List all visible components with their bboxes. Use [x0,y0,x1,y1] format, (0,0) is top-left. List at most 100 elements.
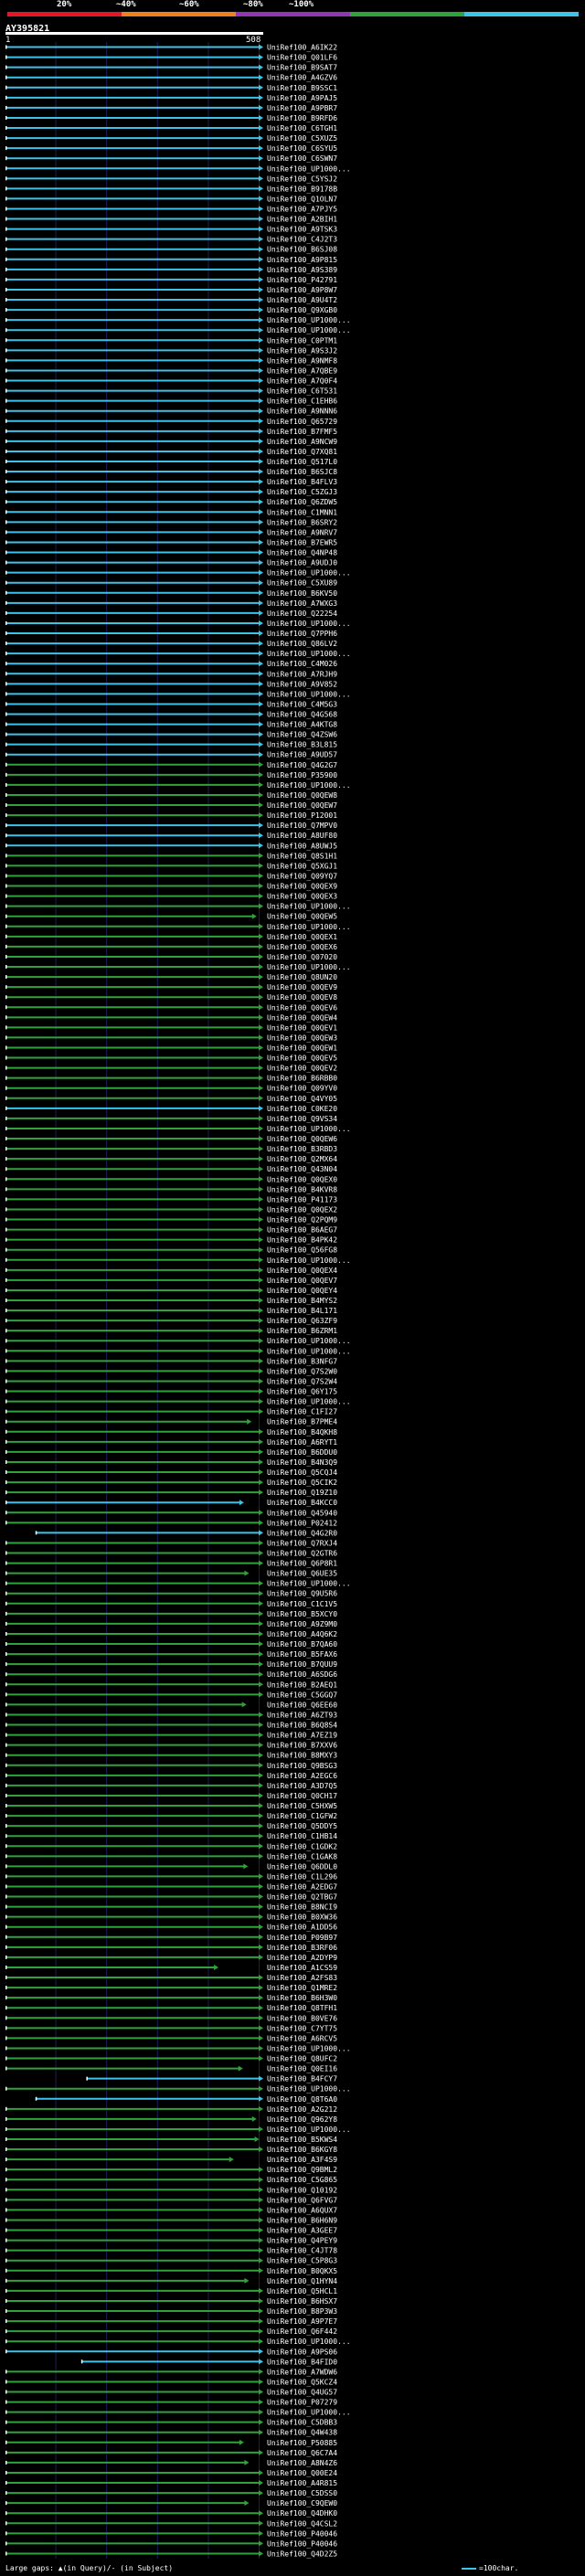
hit-id-label[interactable]: UniRef100_Q517L0 [267,458,337,466]
hit-id-label[interactable]: UniRef100_Q0QEW1 [267,1044,337,1052]
hit-id-label[interactable]: UniRef100_A9UDJ0 [267,559,337,567]
hit-row[interactable]: UniRef100_A9Z9M0 [5,1620,337,1628]
hit-id-label[interactable]: UniRef100_Q9BML2 [267,2166,337,2174]
hit-id-label[interactable]: UniRef100_Q6P8R1 [267,1560,337,1568]
hit-row[interactable]: UniRef100_Q0QEX1 [5,933,337,941]
hit-id-label[interactable]: UniRef100_Q9BSG3 [267,1762,337,1770]
hit-row[interactable]: UniRef100_Q0QEX2 [5,1205,337,1214]
hit-row[interactable]: UniRef100_Q01LF6 [5,54,337,62]
hit-id-label[interactable]: UniRef100_UP1000... [267,1256,351,1265]
hit-row[interactable]: UniRef100_A4GZV6 [5,74,337,82]
hit-row[interactable]: UniRef100_Q0CH17 [5,1792,337,1800]
hit-id-label[interactable]: UniRef100_A2DYP9 [267,1954,337,1962]
hit-id-label[interactable]: UniRef100_Q8T6A0 [267,2095,337,2104]
hit-id-label[interactable]: UniRef100_A2BIH1 [267,216,337,224]
hit-row[interactable]: UniRef100_A9TSK3 [5,226,337,234]
hit-row[interactable]: UniRef100_C5ZGJ3 [5,488,337,496]
hit-row[interactable]: UniRef100_UP1000... [5,2337,351,2346]
hit-id-label[interactable]: UniRef100_UP1000... [267,1337,351,1345]
hit-id-label[interactable]: UniRef100_C5XUZ5 [267,134,337,143]
hit-row[interactable]: UniRef100_B7XXV6 [5,1742,337,1750]
hit-id-label[interactable]: UniRef100_C0PTM1 [267,336,337,345]
hit-row[interactable]: UniRef100_Q5HCL1 [5,2287,337,2295]
hit-id-label[interactable]: UniRef100_C1HB14 [267,1832,337,1840]
hit-row[interactable]: UniRef100_B6SJC8 [5,468,337,476]
hit-id-label[interactable]: UniRef100_P02412 [267,1519,337,1527]
hit-id-label[interactable]: UniRef100_Q9VS34 [267,1115,337,1123]
hit-id-label[interactable]: UniRef100_B7QA60 [267,1640,337,1648]
hit-id-label[interactable]: UniRef100_Q45940 [267,1509,337,1517]
hit-row[interactable]: UniRef100_UP1000... [5,569,351,578]
hit-id-label[interactable]: UniRef100_B3RBD3 [267,1145,337,1153]
hit-id-label[interactable]: UniRef100_B9178B [267,185,337,193]
hit-id-label[interactable]: UniRef100_Q0QEV9 [267,983,337,991]
hit-id-label[interactable]: UniRef100_B0QKX5 [267,2267,337,2275]
hit-row[interactable]: UniRef100_A6SDG6 [5,1670,337,1679]
hit-id-label[interactable]: UniRef100_Q1HYN4 [267,2277,337,2285]
hit-row[interactable]: UniRef100_B3L815 [5,741,337,749]
hit-id-label[interactable]: UniRef100_A3F4S9 [267,2156,337,2164]
hit-id-label[interactable]: UniRef100_Q0CH17 [267,1792,337,1800]
hit-row[interactable]: UniRef100_A1CS59 [5,1964,337,1972]
hit-row[interactable]: UniRef100_P50885 [5,2439,337,2447]
hit-row[interactable]: UniRef100_Q9BML2 [5,2166,337,2174]
hit-id-label[interactable]: UniRef100_Q10192 [267,2186,337,2194]
hit-row[interactable]: UniRef100_C5GGQ7 [5,1691,337,1699]
hit-id-label[interactable]: UniRef100_C5HXW5 [267,1802,337,1810]
hit-row[interactable]: UniRef100_P02412 [5,1519,337,1527]
hit-id-label[interactable]: UniRef100_B3NFG7 [267,1357,337,1365]
hit-id-label[interactable]: UniRef100_Q0QEW8 [267,791,337,800]
hit-row[interactable]: UniRef100_P42791 [5,276,337,284]
hit-id-label[interactable]: UniRef100_B9RFD6 [267,114,337,122]
hit-row[interactable]: UniRef100_C1GFW2 [5,1812,337,1820]
hit-row[interactable]: UniRef100_C1L296 [5,1872,337,1881]
hit-id-label[interactable]: UniRef100_A6RCV5 [267,2034,337,2042]
hit-id-label[interactable]: UniRef100_Q5DDY5 [267,1822,337,1830]
hit-row[interactable]: UniRef100_C1MNN1 [5,508,337,516]
hit-id-label[interactable]: UniRef100_Q07020 [267,953,337,961]
hit-id-label[interactable]: UniRef100_B7XXV6 [267,1742,337,1750]
hit-id-label[interactable]: UniRef100_UP1000... [267,963,351,971]
hit-id-label[interactable]: UniRef100_C1GAK8 [267,1852,337,1860]
hit-row[interactable]: UniRef100_Q6ZDW5 [5,498,337,506]
hit-row[interactable]: UniRef100_UP1000... [5,316,351,324]
hit-id-label[interactable]: UniRef100_B6SRY2 [267,518,337,526]
hit-row[interactable]: UniRef100_UP1000... [5,923,351,931]
hit-row[interactable]: UniRef100_C4JT78 [5,2247,337,2255]
hit-id-label[interactable]: UniRef100_C5GGQ7 [267,1691,337,1699]
hit-id-label[interactable]: UniRef100_Q0QEV5 [267,1055,337,1063]
hit-id-label[interactable]: UniRef100_Q6F442 [267,2327,337,2336]
hit-id-label[interactable]: UniRef100_C5XU89 [267,579,337,588]
hit-row[interactable]: UniRef100_Q2TBG7 [5,1893,337,1902]
hit-row[interactable]: UniRef100_P07279 [5,2399,337,2407]
hit-id-label[interactable]: UniRef100_Q86LV2 [267,640,337,648]
hit-row[interactable]: UniRef100_Q19Z10 [5,1489,337,1497]
hit-row[interactable]: UniRef100_P09B97 [5,1934,337,1942]
hit-row[interactable]: UniRef100_Q6Y175 [5,1388,337,1396]
hit-id-label[interactable]: UniRef100_A9PAJ5 [267,94,337,102]
hit-id-label[interactable]: UniRef100_B6KV50 [267,589,337,598]
hit-id-label[interactable]: UniRef100_UP1000... [267,1398,351,1406]
hit-row[interactable]: UniRef100_A8N4Z6 [5,2459,337,2467]
hit-id-label[interactable]: UniRef100_Q8TFH1 [267,2004,337,2012]
hit-row[interactable]: UniRef100_A7PJY5 [5,205,337,213]
hit-row[interactable]: UniRef100_B4KCC0 [5,1499,337,1507]
hit-id-label[interactable]: UniRef100_Q4UG57 [267,2389,337,2397]
hit-row[interactable]: UniRef100_Q0QEY4 [5,1287,337,1295]
hit-row[interactable]: UniRef100_A9U4T2 [5,296,337,304]
hit-id-label[interactable]: UniRef100_Q4PEY9 [267,2237,337,2245]
hit-id-label[interactable]: UniRef100_Q0QEX0 [267,1175,337,1183]
hit-row[interactable]: UniRef100_UP1000... [5,2125,351,2134]
hit-id-label[interactable]: UniRef100_Q43N04 [267,1165,337,1173]
hit-row[interactable]: UniRef100_C5P8G3 [5,2257,337,2265]
hit-row[interactable]: UniRef100_UP1000... [5,903,351,911]
hit-row[interactable]: UniRef100_B9RFD6 [5,114,337,122]
hit-id-label[interactable]: UniRef100_A8UWJ5 [267,842,337,850]
hit-id-label[interactable]: UniRef100_UP1000... [267,650,351,658]
hit-row[interactable]: UniRef100_Q0QEV7 [5,1277,337,1285]
hit-id-label[interactable]: UniRef100_B7PME4 [267,1418,337,1426]
hit-row[interactable]: UniRef100_B7QUU9 [5,1660,337,1669]
hit-row[interactable]: UniRef100_B3NFG7 [5,1357,337,1365]
hit-id-label[interactable]: UniRef100_Q2GTR6 [267,1550,337,1558]
hit-row[interactable]: UniRef100_Q962Y8 [5,2115,337,2124]
